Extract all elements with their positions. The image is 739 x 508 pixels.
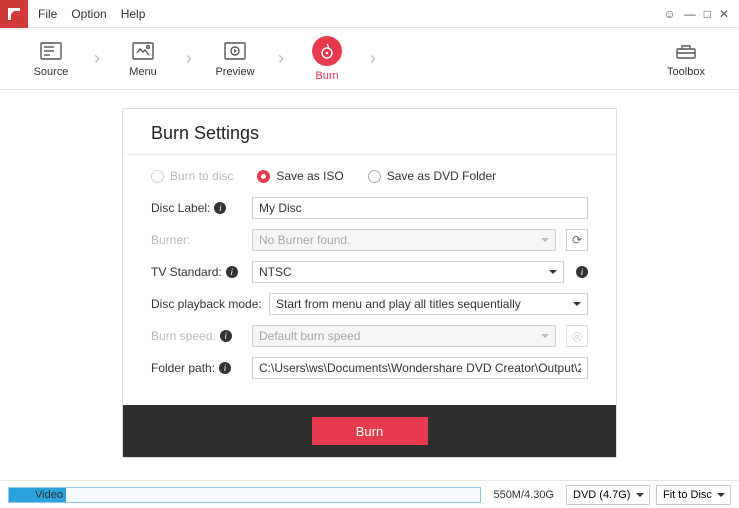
disc-icon: ◎ [572,329,582,343]
folder-path-label: Folder path: i [151,361,246,375]
chevron-right-icon: › [90,28,104,90]
step-label: Preview [215,66,254,78]
playback-label: Disc playback mode: [151,297,263,311]
capacity-progress: Video [8,487,481,503]
maximize-icon[interactable]: □ [704,7,711,21]
radio-icon [368,170,381,183]
panel-title: Burn Settings [151,123,588,144]
preview-icon [222,40,248,62]
burn-settings-panel: Burn Settings Burn to disc Save as ISO S… [122,108,617,458]
step-label: Toolbox [667,66,705,78]
progress-label: Video [9,489,63,501]
fit-select[interactable]: Fit to Disc [656,485,731,505]
step-source[interactable]: Source [12,28,90,90]
feedback-icon[interactable]: ☺ [663,7,675,21]
status-bar: Video 550M/4.30G DVD (4.7G) Fit to Disc [0,480,739,508]
chevron-right-icon: › [182,28,196,90]
titlebar: File Option Help ☺ — □ ✕ [0,0,739,28]
info-icon[interactable]: i [226,266,238,278]
playback-mode-select[interactable] [269,293,588,315]
menu-file[interactable]: File [38,7,57,21]
step-label: Menu [129,66,157,78]
burn-speed-button: ◎ [566,325,588,347]
wizard-steps: Source › Menu › Preview › Burn › Toolbox [0,28,739,90]
refresh-burner-button[interactable]: ⟳ [566,229,588,251]
source-icon [38,40,64,62]
menu-option[interactable]: Option [71,7,106,21]
info-icon[interactable]: i [214,202,226,214]
chevron-right-icon: › [366,28,380,90]
burner-select [252,229,556,251]
minimize-icon[interactable]: — [684,7,696,21]
menu-icon [130,40,156,62]
chevron-right-icon: › [274,28,288,90]
radio-save-as-iso[interactable]: Save as ISO [257,169,343,183]
tv-standard-select[interactable] [252,261,564,283]
disc-label-label: Disc Label: i [151,201,246,215]
refresh-icon: ⟳ [572,233,582,247]
step-label: Burn [315,70,338,82]
radio-save-as-dvd-folder[interactable]: Save as DVD Folder [368,169,496,183]
info-icon[interactable]: i [220,330,232,342]
burner-label: Burner: [151,233,246,247]
menu-help[interactable]: Help [121,7,146,21]
burn-button[interactable]: Burn [312,417,428,445]
burn-icon [312,36,342,66]
tv-standard-label: TV Standard: i [151,265,246,279]
burn-speed-label: Burn speed: i [151,329,246,343]
toolbox-icon [673,40,699,62]
radio-icon [151,170,164,183]
app-logo [0,0,28,28]
radio-icon [257,170,270,183]
disc-type-select[interactable]: DVD (4.7G) [566,485,650,505]
step-menu[interactable]: Menu [104,28,182,90]
step-preview[interactable]: Preview [196,28,274,90]
close-icon[interactable]: ✕ [719,7,729,21]
disc-label-input[interactable] [252,197,588,219]
step-burn[interactable]: Burn [288,28,366,90]
size-label: 550M/4.30G [487,489,560,501]
info-icon[interactable]: i [219,362,231,374]
step-label: Source [34,66,69,78]
burn-speed-select [252,325,556,347]
step-toolbox[interactable]: Toolbox [647,28,725,90]
info-icon[interactable]: i [576,266,588,278]
folder-path-input[interactable] [252,357,588,379]
radio-burn-to-disc: Burn to disc [151,169,233,183]
